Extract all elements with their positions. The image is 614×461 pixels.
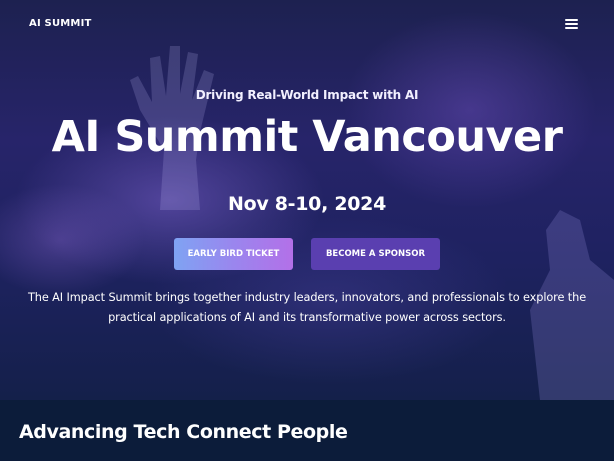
site-logo[interactable]: AI SUMMIT bbox=[29, 18, 92, 29]
event-date: Nov 8-10, 2024 bbox=[227, 193, 386, 215]
advancing-tech-section: Advancing Tech Connect People bbox=[0, 400, 614, 461]
top-navigation: AI SUMMIT bbox=[0, 0, 614, 48]
crowd-silhouette bbox=[530, 210, 614, 400]
hamburger-menu-icon[interactable] bbox=[564, 17, 580, 31]
page-title: AI Summit Vancouver bbox=[51, 112, 563, 162]
hero-tagline: Driving Real-World Impact with AI bbox=[195, 88, 419, 102]
early-bird-ticket-button[interactable]: EARLY BIRD TICKET bbox=[174, 238, 293, 270]
hero-section: AI SUMMIT Driving Real-World Impact with… bbox=[0, 0, 614, 400]
become-sponsor-button[interactable]: BECOME A SPONSOR bbox=[311, 238, 440, 270]
section-title: Advancing Tech Connect People bbox=[19, 421, 348, 443]
hero-description: The AI Impact Summit brings together ind… bbox=[27, 291, 587, 324]
